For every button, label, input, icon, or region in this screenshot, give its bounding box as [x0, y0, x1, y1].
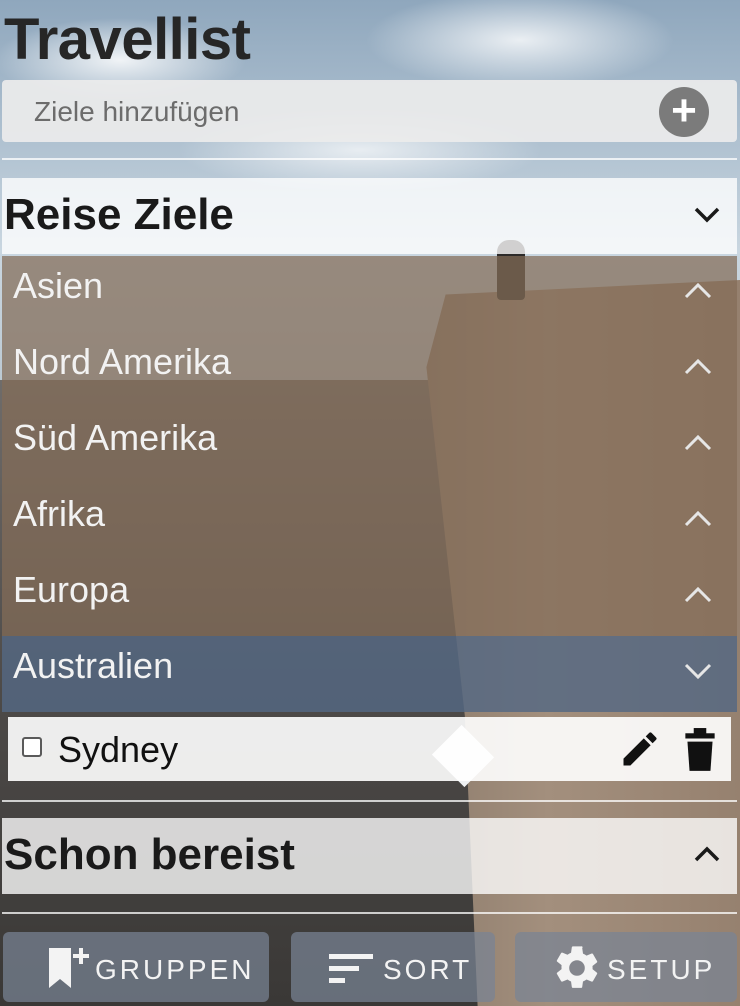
app-title: Travellist: [4, 7, 251, 72]
edit-icon[interactable]: [618, 727, 662, 771]
section-title: Reise Ziele: [4, 190, 234, 239]
section-reise-ziele[interactable]: Reise Ziele: [2, 178, 737, 254]
group-label: Afrika: [13, 493, 106, 534]
group-afrika[interactable]: Afrika: [2, 484, 737, 560]
item-checkbox[interactable]: [22, 737, 42, 757]
chevron-up-icon: [684, 358, 712, 375]
chevron-up-icon: [684, 586, 712, 603]
chevron-up-icon: [684, 510, 712, 527]
trash-icon[interactable]: [682, 727, 718, 773]
gear-icon: [556, 946, 598, 988]
group-label: Australien: [13, 645, 174, 686]
item-label: Sydney: [58, 729, 179, 770]
group-label: Asien: [13, 265, 104, 306]
chevron-up-icon: [684, 282, 712, 299]
sort-button[interactable]: SORT: [291, 932, 495, 1002]
chevron-down-icon: [694, 207, 720, 223]
chevron-down-icon: [684, 663, 712, 680]
divider: [2, 800, 737, 802]
plus-circle-icon[interactable]: +: [659, 87, 709, 137]
group-nord-amerika[interactable]: Nord Amerika: [2, 332, 737, 408]
group-sued-amerika[interactable]: Süd Amerika: [2, 408, 737, 484]
group-list: Asien Nord Amerika Süd Amerika Afrika Eu…: [2, 256, 737, 712]
gruppen-label: GRUPPEN: [95, 954, 255, 985]
group-label: Süd Amerika: [13, 417, 218, 458]
group-australien[interactable]: Australien: [2, 636, 737, 712]
divider: [2, 912, 737, 914]
add-destination-bar: +: [2, 80, 737, 142]
section-title: Schon bereist: [4, 830, 295, 879]
add-destination-input[interactable]: [32, 92, 636, 132]
divider: [2, 158, 737, 160]
chevron-up-icon: [694, 846, 720, 862]
bookmark-add-icon: [49, 948, 89, 988]
section-schon-bereist[interactable]: Schon bereist: [2, 818, 737, 894]
gruppen-button[interactable]: GRUPPEN: [3, 932, 269, 1002]
group-label: Nord Amerika: [13, 341, 232, 382]
setup-button[interactable]: SETUP: [515, 932, 737, 1002]
chevron-up-icon: [684, 434, 712, 451]
setup-label: SETUP: [607, 954, 716, 985]
sort-label: SORT: [383, 954, 473, 985]
group-asien[interactable]: Asien: [2, 256, 737, 332]
group-europa[interactable]: Europa: [2, 560, 737, 636]
group-label: Europa: [13, 569, 130, 610]
list-item: Sydney: [8, 717, 731, 781]
sort-icon: [329, 954, 373, 983]
